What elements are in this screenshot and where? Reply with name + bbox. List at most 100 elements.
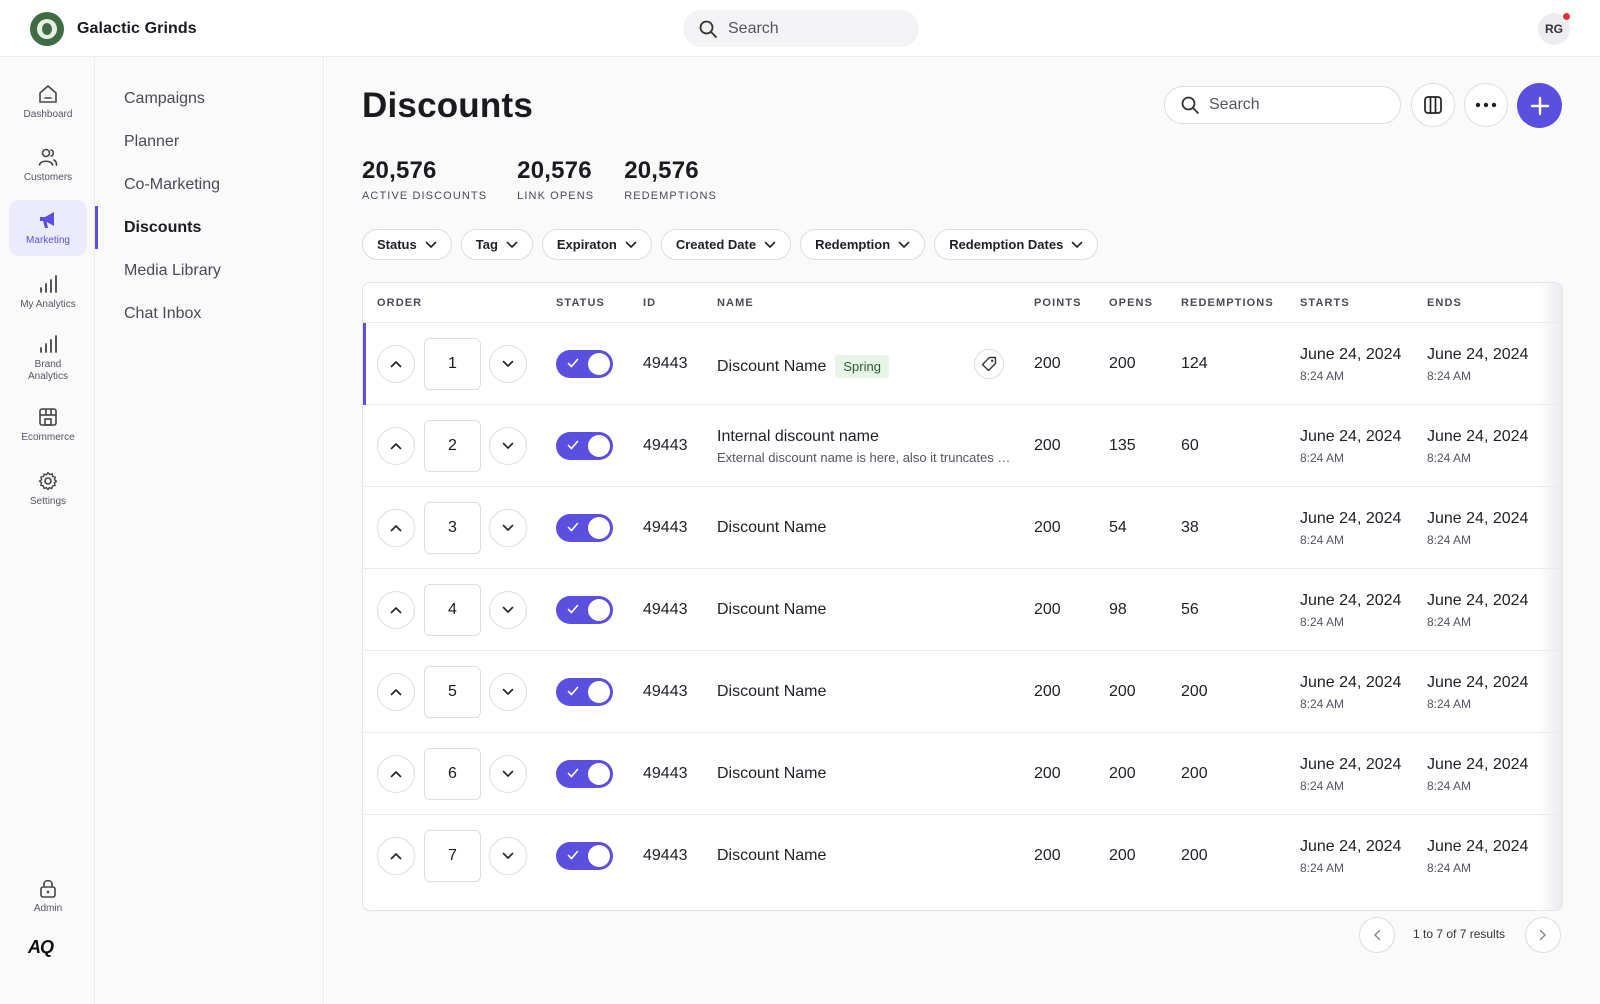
order-input[interactable]: 4 [424, 584, 481, 636]
move-down-button[interactable] [489, 673, 527, 711]
status-toggle[interactable] [556, 678, 613, 706]
rail-item-brand-analytics[interactable]: Brand Analytics [9, 327, 87, 389]
rail-item-my-analytics[interactable]: My Analytics [9, 264, 87, 320]
rail-item-customers[interactable]: Customers [9, 137, 87, 193]
discount-name-cell[interactable]: Discount Name [717, 601, 826, 619]
subnav-item-chat-inbox[interactable]: Chat Inbox [95, 292, 324, 335]
filter-tag[interactable]: Tag [460, 229, 533, 260]
order-input[interactable]: 6 [424, 748, 481, 800]
discount-name-cell[interactable]: Discount Name [717, 847, 826, 865]
rail-item-dashboard[interactable]: Dashboard [9, 74, 87, 130]
table-row[interactable]: 2 49443 Internal discount name External dis… [363, 405, 1562, 487]
status-toggle[interactable] [556, 760, 613, 788]
tag-badge: Spring [835, 355, 889, 378]
brand[interactable]: Galactic Grinds [30, 12, 197, 46]
next-page-button[interactable] [1525, 917, 1561, 953]
rail-item-settings[interactable]: Settings [9, 461, 87, 517]
external-name: External discount name is here, also it … [717, 450, 1017, 465]
start-date: June 24, 2024 [1300, 346, 1402, 363]
avatar[interactable]: RG [1538, 12, 1571, 45]
column-header-points[interactable]: POINTS [1034, 297, 1082, 309]
previous-page-button[interactable] [1359, 917, 1395, 953]
move-down-button[interactable] [489, 509, 527, 547]
status-toggle[interactable] [556, 596, 613, 624]
order-input[interactable]: 3 [424, 502, 481, 554]
move-up-button[interactable] [377, 509, 415, 547]
subnav-item-co-marketing[interactable]: Co-Marketing [95, 163, 324, 206]
order-input[interactable]: 2 [424, 420, 481, 472]
table-row[interactable]: 7 49443 Discount Name 200 200 200 June 24, 202… [363, 815, 1562, 897]
move-up-button[interactable] [377, 755, 415, 793]
filter-redemption-dates[interactable]: Redemption Dates [934, 229, 1099, 260]
rail-item-admin[interactable]: Admin [9, 868, 87, 924]
column-header-order[interactable]: ORDER [377, 297, 422, 309]
discount-id: 49443 [643, 355, 688, 372]
move-up-button[interactable] [377, 591, 415, 629]
subnav-item-discounts[interactable]: Discounts [95, 206, 324, 249]
order-input[interactable]: 5 [424, 666, 481, 718]
column-header-starts[interactable]: STARTS [1300, 297, 1350, 309]
filter-label: Created Date [675, 237, 757, 252]
filter-expiration[interactable]: Expiraton [541, 229, 652, 260]
status-toggle[interactable] [556, 514, 613, 542]
filter-created-date[interactable]: Created Date [660, 229, 792, 260]
discount-name-cell[interactable]: Discount Name Spring [717, 355, 889, 378]
filter-redemption[interactable]: Redemption [800, 229, 926, 260]
end-date: June 24, 2024 [1427, 838, 1529, 855]
column-header-ends[interactable]: ENDS [1427, 297, 1462, 309]
column-header-id[interactable]: ID [643, 297, 656, 309]
discount-name: Discount Name [717, 683, 827, 700]
move-up-button[interactable] [377, 427, 415, 465]
discount-name-cell[interactable]: Discount Name [717, 765, 826, 783]
opens-value: 200 [1109, 765, 1136, 782]
discount-search-input[interactable]: Search [1164, 86, 1401, 124]
status-toggle[interactable] [556, 432, 613, 460]
stat-redemptions: 20,576 REDEMPTIONS [624, 157, 717, 202]
brand-logo-icon [30, 12, 64, 46]
table-row[interactable]: 6 49443 Discount Name 200 200 200 June 24, 202… [363, 733, 1562, 815]
move-down-button[interactable] [489, 345, 527, 383]
status-toggle[interactable] [556, 842, 613, 870]
table-row[interactable]: 4 49443 Discount Name 200 98 56 June 24, 2024 8… [363, 569, 1562, 651]
move-down-button[interactable] [489, 755, 527, 793]
discount-name-cell[interactable]: Internal discount name External discount … [717, 428, 1017, 465]
status-toggle[interactable] [556, 350, 613, 378]
notification-dot [1562, 12, 1571, 21]
table-row[interactable]: 5 49443 Discount Name 200 200 200 June 24, 202… [363, 651, 1562, 733]
table-row[interactable]: 3 49443 Discount Name 200 54 38 June 24, 2024 8… [363, 487, 1562, 569]
global-search-input[interactable]: Search [683, 10, 919, 47]
start-time: 8:24 AM [1300, 615, 1345, 629]
move-down-button[interactable] [489, 427, 527, 465]
end-date: June 24, 2024 [1427, 674, 1529, 691]
end-time: 8:24 AM [1427, 615, 1472, 629]
add-discount-button[interactable] [1517, 83, 1562, 128]
filter-status[interactable]: Status [362, 229, 452, 260]
column-header-status[interactable]: STATUS [556, 297, 605, 309]
column-header-opens[interactable]: OPENS [1109, 297, 1153, 309]
column-header-redemptions[interactable]: REDEMPTIONS [1181, 297, 1274, 309]
order-input[interactable]: 7 [424, 830, 481, 882]
toggle-knob [588, 599, 610, 621]
rail-item-marketing[interactable]: Marketing [9, 200, 87, 256]
table-row[interactable]: 1 49443 Discount Name Spring 200 200 124 June 2… [363, 323, 1562, 405]
points-value: 200 [1034, 765, 1061, 782]
move-up-button[interactable] [377, 837, 415, 875]
move-down-button[interactable] [489, 591, 527, 629]
move-down-button[interactable] [489, 837, 527, 875]
column-header-name[interactable]: NAME [717, 297, 754, 309]
start-datetime: June 24, 2024 8:24 AM [1300, 510, 1401, 547]
end-time: 8:24 AM [1427, 861, 1472, 875]
order-input[interactable]: 1 [424, 338, 481, 390]
discount-name-cell[interactable]: Discount Name [717, 683, 826, 701]
subnav-item-campaigns[interactable]: Campaigns [95, 77, 324, 120]
subnav-item-media-library[interactable]: Media Library [95, 249, 324, 292]
move-up-button[interactable] [377, 673, 415, 711]
rail-item-ecommerce[interactable]: Ecommerce [9, 397, 87, 453]
move-up-button[interactable] [377, 345, 415, 383]
subnav-item-planner[interactable]: Planner [95, 120, 324, 163]
more-options-button[interactable] [1464, 83, 1508, 127]
brand-name: Galactic Grinds [77, 20, 197, 37]
tag-button[interactable] [974, 349, 1004, 379]
discount-name-cell[interactable]: Discount Name [717, 519, 826, 537]
columns-button[interactable] [1411, 83, 1455, 127]
